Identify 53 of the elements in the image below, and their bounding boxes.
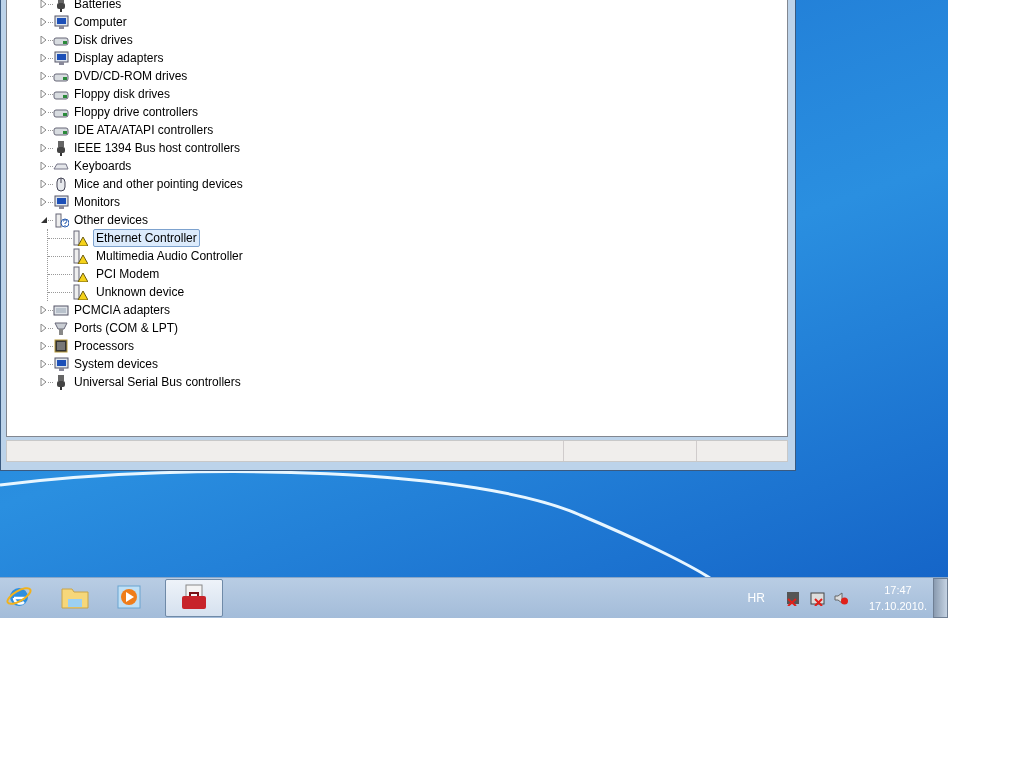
expand-arrow-icon[interactable] [40,378,48,386]
tree-item[interactable]: IEEE 1394 Bus host controllers [74,141,241,155]
device-category-icon [53,194,69,210]
tree-item[interactable]: Processors [74,339,135,353]
expand-arrow-icon[interactable] [40,108,48,116]
device-category-icon [53,356,69,372]
tree-item[interactable]: Disk drives [74,33,133,47]
tree-item[interactable]: System devices [74,357,159,371]
tree-item[interactable]: Universal Serial Bus controllers [74,375,241,389]
taskbar-app-button[interactable] [165,579,223,617]
expand-arrow-icon[interactable] [40,306,48,314]
tree-item[interactable]: Mice and other pointing devices [74,177,243,191]
tray-icon[interactable] [808,590,825,606]
expand-arrow-icon[interactable] [40,36,48,44]
tree-item[interactable]: Floppy disk drives [74,87,171,101]
expand-arrow-icon[interactable] [40,90,48,98]
device-category-icon [53,14,69,30]
device-category-icon [53,212,69,228]
expand-arrow-icon[interactable] [40,360,48,368]
expand-arrow-icon[interactable] [40,198,48,206]
tree-item[interactable]: Floppy drive controllers [74,105,199,119]
expand-arrow-icon[interactable] [40,324,48,332]
show-desktop-button[interactable] [933,578,948,618]
device-category-icon [53,338,69,354]
tree-item[interactable]: Ethernet Controller [93,229,200,247]
tree-item[interactable]: Ports (COM & LPT) [74,321,178,335]
tree-item[interactable]: PCI Modem [93,265,163,283]
tree-item[interactable]: Unknown device [93,283,188,301]
expand-arrow-icon[interactable] [40,18,48,26]
device-category-icon [53,320,69,336]
collapse-arrow-icon[interactable] [40,216,48,224]
expand-arrow-icon[interactable] [40,72,48,80]
tree-item[interactable]: Display adapters [74,51,164,65]
device-category-icon [53,302,69,318]
tree-item[interactable]: Other devices [74,213,149,227]
tree-item[interactable]: Batteries [74,0,122,11]
tree-item[interactable]: PCMCIA adapters [74,303,171,317]
tree-item[interactable]: IDE ATA/ATAPI controllers [74,123,214,137]
tree-item[interactable]: Computer [74,15,127,29]
tray-icon[interactable] [784,590,801,606]
tree-item[interactable]: Multimedia Audio Controller [93,247,246,265]
tree-item[interactable]: DVD/CD-ROM drives [74,69,188,83]
expand-arrow-icon[interactable] [40,162,48,170]
expand-arrow-icon[interactable] [40,54,48,62]
expand-arrow-icon[interactable] [40,126,48,134]
device-category-icon [53,50,69,66]
expand-arrow-icon[interactable] [40,180,48,188]
expand-arrow-icon[interactable] [40,144,48,152]
muted-speaker-icon[interactable] [832,590,849,606]
tree-item[interactable]: Keyboards [74,159,132,173]
tree-item[interactable]: Monitors [74,195,120,209]
expand-arrow-icon[interactable] [40,0,48,8]
expand-arrow-icon[interactable] [40,342,48,350]
